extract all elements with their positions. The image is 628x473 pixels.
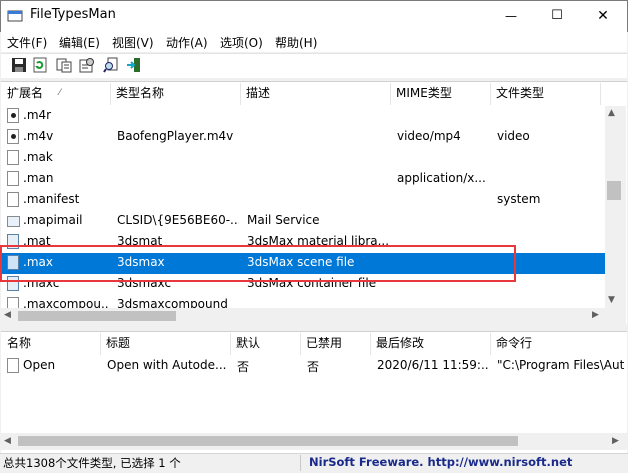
scroll-thumb[interactable] xyxy=(607,181,621,200)
extension-cell: .max xyxy=(23,255,53,269)
minimize-button[interactable]: — xyxy=(488,0,534,31)
column-header-file-type[interactable]: 文件类型 xyxy=(490,81,600,106)
table-row[interactable]: .manifest system xyxy=(1,190,605,211)
extension-cell: .mapimail xyxy=(23,213,83,227)
vertical-scrollbar[interactable] xyxy=(605,106,626,308)
column-header-name[interactable]: 名称 xyxy=(1,331,101,356)
refresh-icon[interactable] xyxy=(31,56,49,74)
scroll-left-icon[interactable]: ◀ xyxy=(4,436,11,446)
type-name-cell: CLSID\{9E56BE60-... xyxy=(117,213,239,227)
mail-file-icon xyxy=(7,216,20,227)
table-row[interactable]: .max 3dsmax 3dsMax scene file xyxy=(1,253,605,274)
extension-cell: .m4r xyxy=(23,108,52,122)
action-title: Open with Autode... xyxy=(107,358,227,372)
menu-file[interactable]: 文件(F) xyxy=(7,34,47,51)
close-button[interactable]: ✕ xyxy=(580,0,626,31)
menu-edit[interactable]: 编辑(E) xyxy=(59,34,100,51)
copy-icon[interactable] xyxy=(55,56,73,74)
column-divider[interactable] xyxy=(600,83,601,105)
extension-cell: .man xyxy=(23,171,54,185)
table-row[interactable]: Open Open with Autode... 否 否 2020/6/11 1… xyxy=(1,356,627,376)
action-command: "C:\Program Files\Aut xyxy=(497,358,625,372)
maximize-button[interactable]: ☐ xyxy=(534,0,580,31)
file-icon xyxy=(7,192,19,207)
sort-ascending-icon: ⁄ xyxy=(59,88,61,98)
file-icon xyxy=(7,234,19,249)
description-cell: 3dsMax material libra... xyxy=(247,234,389,248)
description-cell: Mail Service xyxy=(247,213,320,227)
file-icon xyxy=(7,358,19,373)
mime-type-cell: video/mp4 xyxy=(397,129,461,143)
extension-cell: .mak xyxy=(23,150,53,164)
extension-cell: .maxc xyxy=(23,276,60,290)
file-icon xyxy=(7,276,19,291)
horizontal-scroll-thumb[interactable] xyxy=(18,436,518,446)
extension-cell: .manifest xyxy=(23,192,80,206)
table-row[interactable]: .maxc 3dsmaxc 3dsMax container file xyxy=(1,274,605,295)
type-name-cell: 3dsmaxc xyxy=(117,276,172,290)
table-row[interactable]: .m4v BaofengPlayer.m4v video/mp4 video xyxy=(1,127,605,148)
maximize-icon: ☐ xyxy=(551,8,563,23)
menu-action[interactable]: 动作(A) xyxy=(166,34,208,51)
properties-icon[interactable] xyxy=(78,56,96,74)
save-icon[interactable] xyxy=(10,56,28,74)
description-cell: 3dsMax scene file xyxy=(247,255,355,269)
column-header-extension[interactable]: 扩展名 ⁄ xyxy=(1,81,109,106)
table-row[interactable]: .man application/x... xyxy=(1,169,605,190)
window-title: FileTypesMan xyxy=(30,7,116,22)
mime-type-cell: application/x... xyxy=(397,171,486,185)
extension-cell: .m4v xyxy=(23,129,54,143)
column-header-description[interactable]: 描述 xyxy=(240,81,390,106)
description-cell: 3dsMax container file xyxy=(247,276,377,290)
menu-help[interactable]: 帮助(H) xyxy=(275,34,317,51)
table-row[interactable]: .m4r xyxy=(1,106,605,127)
type-name-cell: 3dsmax xyxy=(117,255,165,269)
action-name: Open xyxy=(23,358,56,372)
pane-splitter[interactable] xyxy=(0,324,628,331)
column-header-command-line[interactable]: 命令行 xyxy=(490,331,626,356)
column-header-last-modified[interactable]: 最后修改 xyxy=(370,331,490,356)
horizontal-scroll-thumb[interactable] xyxy=(18,311,176,321)
file-type-cell: system xyxy=(497,192,541,206)
scroll-right-icon[interactable]: ▶ xyxy=(592,310,599,320)
scroll-down-icon[interactable]: ▼ xyxy=(608,295,615,305)
table-row[interactable]: .mat 3dsmat 3dsMax material libra... xyxy=(1,232,605,253)
column-header-default[interactable]: 默认 xyxy=(230,331,300,356)
scroll-right-icon[interactable]: ▶ xyxy=(612,436,619,446)
close-icon: ✕ xyxy=(597,7,609,24)
media-file-icon xyxy=(7,108,19,123)
extension-cell: .mat xyxy=(23,234,51,248)
minimize-icon: — xyxy=(505,8,517,23)
status-summary: 总共1308个文件类型, 已选择 1 个 xyxy=(3,456,181,470)
column-header-title[interactable]: 标题 xyxy=(100,331,230,356)
type-name-cell: 3dsmat xyxy=(117,234,163,248)
column-header-type-name[interactable]: 类型名称 xyxy=(110,81,240,106)
file-type-cell: video xyxy=(497,129,530,143)
find-icon[interactable] xyxy=(102,56,120,74)
column-header-mime-type[interactable]: MIME类型 xyxy=(390,81,490,106)
table-row[interactable]: .mapimail CLSID\{9E56BE60-... Mail Service xyxy=(1,211,605,232)
action-disabled: 否 xyxy=(307,360,320,374)
scroll-left-icon[interactable]: ◀ xyxy=(4,310,11,320)
menu-view[interactable]: 视图(V) xyxy=(112,34,154,51)
exit-icon[interactable] xyxy=(125,56,143,74)
action-default: 否 xyxy=(237,360,250,374)
menu-options[interactable]: 选项(O) xyxy=(220,34,263,51)
nirsoft-link[interactable]: NirSoft Freeware. http://www.nirsoft.net xyxy=(309,455,572,469)
scrollbar-corner xyxy=(605,308,626,324)
file-icon xyxy=(7,255,19,270)
media-file-icon xyxy=(7,129,19,144)
action-modified: 2020/6/11 11:59:... xyxy=(377,358,489,372)
file-icon xyxy=(7,150,19,165)
table-row[interactable]: .mak xyxy=(1,148,605,169)
status-divider xyxy=(300,455,301,471)
file-icon xyxy=(7,171,19,186)
column-header-disabled[interactable]: 已禁用 xyxy=(300,331,370,356)
app-icon xyxy=(7,8,23,24)
scroll-up-icon[interactable]: ▲ xyxy=(608,108,615,118)
type-name-cell: BaofengPlayer.m4v xyxy=(117,129,234,143)
